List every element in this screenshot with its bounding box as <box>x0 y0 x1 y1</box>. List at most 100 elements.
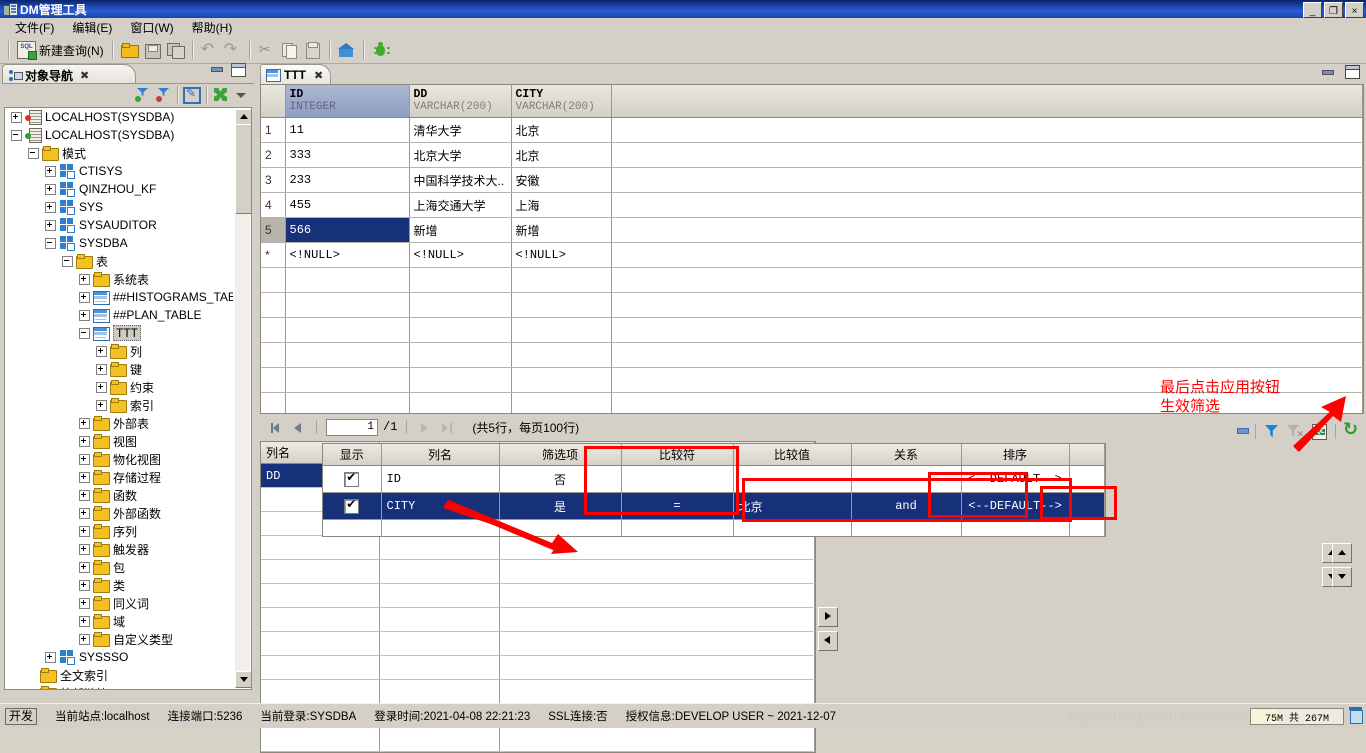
close-button[interactable]: × <box>1345 2 1364 18</box>
filter-green-icon[interactable] <box>134 87 151 103</box>
tree-toggle-plus-icon[interactable] <box>96 382 107 393</box>
tree-toggle-plus-icon[interactable] <box>79 526 90 537</box>
tree-item-[interactable]: 自定义类型 <box>5 630 233 648</box>
cell-show[interactable] <box>323 466 381 493</box>
tree-toggle-minus-icon[interactable] <box>79 328 90 339</box>
tree-toggle-plus-icon[interactable] <box>79 436 90 447</box>
minimize-icon[interactable] <box>1322 67 1333 77</box>
cell[interactable]: 上海交通大学 <box>409 193 511 218</box>
cell-relation[interactable]: and <box>851 493 961 520</box>
cell[interactable]: 333 <box>285 143 409 168</box>
cell-operator[interactable]: = <box>621 493 733 520</box>
tree-item-[interactable]: 存储过程 <box>5 468 233 486</box>
tree-item-[interactable]: 函数 <box>5 486 233 504</box>
tree-toggle-plus-icon[interactable] <box>79 418 90 429</box>
filter-red-icon[interactable] <box>155 87 172 103</box>
tree-item-syssso[interactable]: SYSSSO <box>5 648 233 666</box>
menu-window[interactable]: 窗口(W) <box>121 17 182 38</box>
tree-toggle-plus-icon[interactable] <box>79 580 90 591</box>
tree-item-[interactable]: 序列 <box>5 522 233 540</box>
cell[interactable]: <!NULL> <box>409 243 511 268</box>
column-header-id[interactable]: IDINTEGER <box>285 85 409 118</box>
table-row[interactable]: 5566新增新增 <box>261 218 1363 243</box>
row-number[interactable]: 1 <box>261 118 285 143</box>
tree-toggle-plus-icon[interactable] <box>11 112 22 123</box>
cell[interactable]: 上海 <box>511 193 611 218</box>
tree-item-[interactable]: 索引 <box>5 396 233 414</box>
tree-toggle-plus-icon[interactable] <box>96 364 107 375</box>
minimize-button[interactable]: _ <box>1303 2 1322 18</box>
tree-toggle-minus-icon[interactable] <box>45 238 56 249</box>
tree-item-[interactable]: 外部表 <box>5 414 233 432</box>
page-number-input[interactable]: 1 <box>326 419 378 436</box>
cell[interactable]: 新增 <box>409 218 511 243</box>
save-all-button[interactable] <box>164 39 187 61</box>
cell-column[interactable]: ID <box>381 466 499 493</box>
cell[interactable]: 455 <box>285 193 409 218</box>
close-icon[interactable]: ✖ <box>314 69 323 82</box>
cell[interactable]: 清华大学 <box>409 118 511 143</box>
menu-help[interactable]: 帮助(H) <box>183 17 242 38</box>
tree-item-localhostsysdba[interactable]: LOCALHOST(SYSDBA) <box>5 108 233 126</box>
tree-item-##histograms_table[interactable]: ##HISTOGRAMS_TABLE <box>5 288 233 306</box>
maximize-icon[interactable] <box>1345 65 1360 79</box>
memory-indicator[interactable]: 75M 共 267M <box>1250 708 1344 725</box>
scroll-down-button[interactable] <box>235 671 252 688</box>
tree-item-[interactable]: 表 <box>5 252 233 270</box>
table-row[interactable]: ID否<--DEFAULT--> <box>323 466 1105 493</box>
tree-toggle-plus-icon[interactable] <box>79 616 90 627</box>
filter-header-3[interactable]: 比较符 <box>621 444 733 466</box>
cell-sort[interactable]: <--DEFAULT--> <box>961 466 1069 493</box>
tree-item-[interactable]: 模式 <box>5 144 233 162</box>
tree-toggle-minus-icon[interactable] <box>11 130 22 141</box>
next-page-button[interactable] <box>416 419 433 436</box>
cell-sort[interactable]: <--DEFAULT--> <box>961 493 1069 520</box>
apply-filter-icon[interactable] <box>1263 423 1280 439</box>
scroll-down-button-right[interactable] <box>1332 567 1352 587</box>
tree-toggle-plus-icon[interactable] <box>79 274 90 285</box>
row-number[interactable]: 2 <box>261 143 285 168</box>
menu-file[interactable]: 文件(F) <box>6 17 63 38</box>
cell-value[interactable] <box>733 466 851 493</box>
tree-item-[interactable]: 约束 <box>5 378 233 396</box>
tree-item-[interactable]: 键 <box>5 360 233 378</box>
tree-toggle-plus-icon[interactable] <box>96 400 107 411</box>
tree-toggle-plus-icon[interactable] <box>79 454 90 465</box>
cell-column[interactable]: CITY <box>381 493 499 520</box>
cell[interactable]: 北京 <box>511 118 611 143</box>
tree-item-[interactable]: 视图 <box>5 432 233 450</box>
cell[interactable]: 11 <box>285 118 409 143</box>
tree-item-[interactable]: 类 <box>5 576 233 594</box>
tree-toggle-plus-icon[interactable] <box>79 544 90 555</box>
tree-item-##plan_table[interactable]: ##PLAN_TABLE <box>5 306 233 324</box>
tree-item-sys[interactable]: SYS <box>5 198 233 216</box>
table-row[interactable]: 2333北京大学北京 <box>261 143 1363 168</box>
minimize-icon[interactable] <box>211 64 222 74</box>
save-button[interactable] <box>141 39 164 61</box>
tree-toggle-plus-icon[interactable] <box>79 472 90 483</box>
menu-edit[interactable]: 编辑(E) <box>63 17 121 38</box>
tree-toggle-plus-icon[interactable] <box>79 292 90 303</box>
tree-toggle-minus-icon[interactable] <box>62 256 73 267</box>
view-menu-icon[interactable] <box>233 87 250 103</box>
tree-toggle-plus-icon[interactable] <box>79 310 90 321</box>
scroll-thumb[interactable] <box>235 124 252 214</box>
tree-item-[interactable]: 系统表 <box>5 270 233 288</box>
filter-grid[interactable]: 显示列名筛选项比较符比较值关系排序 ID否<--DEFAULT-->CITY是=… <box>322 443 1106 537</box>
table-row[interactable]: CITY是=北京and<--DEFAULT--> <box>323 493 1105 520</box>
open-button[interactable] <box>118 39 141 61</box>
row-number[interactable]: 3 <box>261 168 285 193</box>
last-page-button[interactable] <box>438 419 455 436</box>
table-row[interactable]: 111清华大学北京 <box>261 118 1363 143</box>
scroll-up-button-right[interactable] <box>1332 543 1352 563</box>
tree-item-[interactable]: 包 <box>5 558 233 576</box>
tree-item-localhostsysdba[interactable]: LOCALHOST(SYSDBA) <box>5 126 233 144</box>
tab-object-navigator[interactable]: 对象导航 ✖ <box>2 64 136 85</box>
tree-toggle-plus-icon[interactable] <box>45 184 56 195</box>
table-row[interactable]: 3233中国科学技术大..安徽 <box>261 168 1363 193</box>
cell-relation[interactable] <box>851 466 961 493</box>
checkbox-checked[interactable] <box>344 472 359 487</box>
filter-header-1[interactable]: 列名 <box>381 444 499 466</box>
filter-header-2[interactable]: 筛选项 <box>499 444 621 466</box>
tree-item-sysauditor[interactable]: SYSAUDITOR <box>5 216 233 234</box>
